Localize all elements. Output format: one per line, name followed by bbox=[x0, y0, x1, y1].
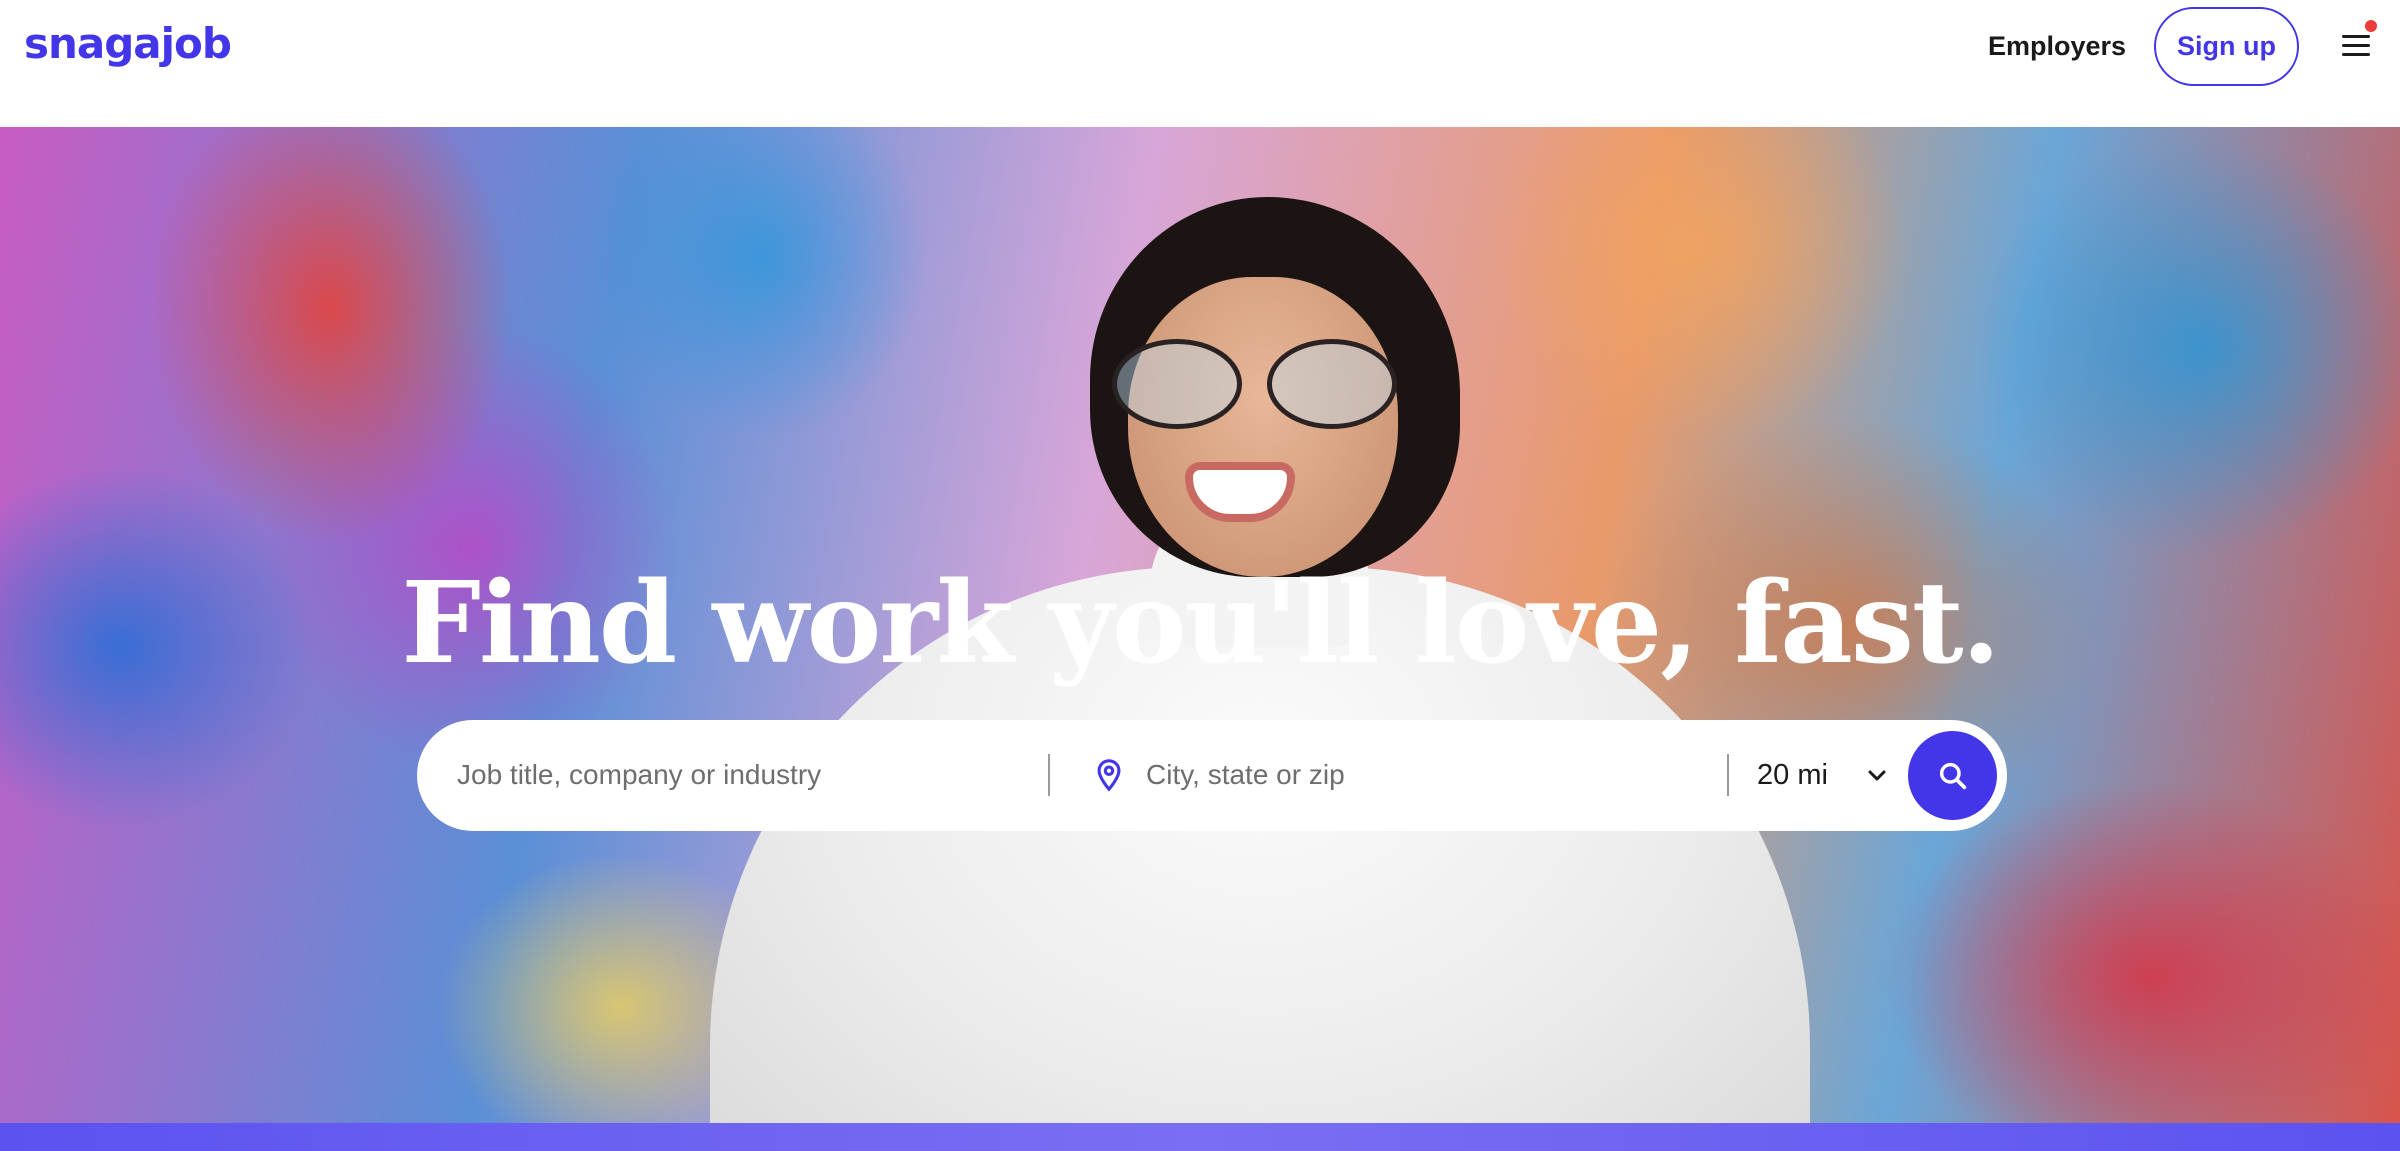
sign-up-button[interactable]: Sign up bbox=[2154, 7, 2299, 86]
glasses-lens bbox=[1112, 339, 1242, 429]
glasses-lens bbox=[1267, 339, 1397, 429]
notification-dot bbox=[2365, 20, 2377, 32]
location-pin-icon bbox=[1097, 759, 1121, 792]
radius-value: 20 mi bbox=[1757, 758, 1828, 791]
site-header: snagajob Employers Sign up bbox=[0, 0, 2400, 127]
menu-line bbox=[2342, 35, 2370, 38]
job-title-input[interactable] bbox=[457, 750, 1037, 800]
search-button[interactable] bbox=[1908, 731, 1997, 820]
location-input[interactable] bbox=[1146, 750, 1706, 800]
search-icon bbox=[1939, 762, 1966, 789]
hamburger-menu-icon[interactable] bbox=[2340, 20, 2377, 60]
search-divider bbox=[1727, 754, 1729, 796]
chevron-down-icon bbox=[1868, 770, 1886, 781]
employers-link[interactable]: Employers bbox=[1988, 26, 2126, 66]
bottom-banner-strip bbox=[0, 1123, 2400, 1151]
radius-dropdown[interactable]: 20 mi bbox=[1757, 750, 1897, 800]
search-divider bbox=[1048, 754, 1050, 796]
menu-line bbox=[2342, 44, 2370, 47]
snagajob-logo[interactable]: snagajob bbox=[24, 14, 232, 74]
job-search-bar: 20 mi bbox=[417, 720, 2007, 831]
menu-line bbox=[2342, 53, 2370, 56]
hero-headline: Find work you'll love, fast. bbox=[401, 558, 2000, 689]
hero-photo-person-glasses bbox=[1112, 339, 1412, 431]
